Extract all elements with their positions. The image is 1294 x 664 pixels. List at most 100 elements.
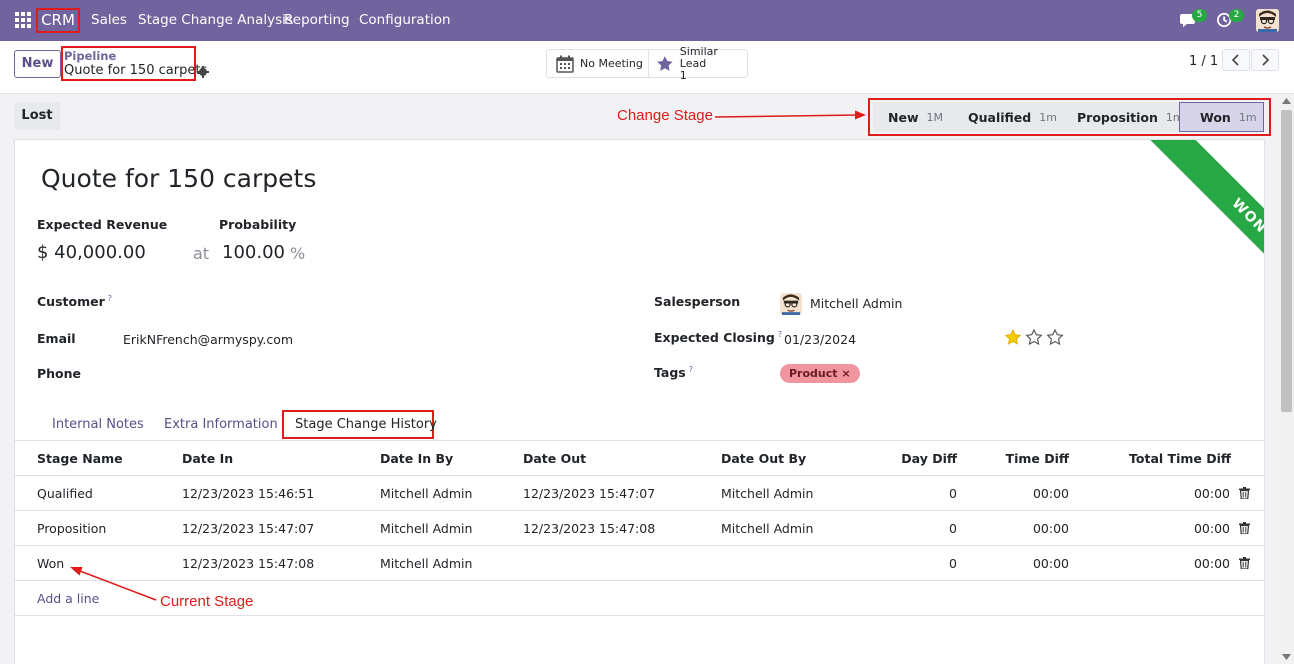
probability-label: Probability (219, 217, 297, 232)
stage-new[interactable]: New 1M (873, 102, 949, 132)
email-field[interactable]: ErikNFrench@armyspy.com (123, 332, 293, 347)
apps-grid-icon[interactable] (15, 12, 31, 28)
cell-date-in-by: Mitchell Admin (380, 556, 473, 571)
stage-new-label: New (888, 109, 919, 125)
trash-icon[interactable] (1239, 557, 1250, 569)
gear-icon[interactable] (197, 66, 209, 78)
cell-stage-name: Qualified (37, 486, 93, 501)
customer-help-icon[interactable]: ? (108, 294, 112, 303)
col-total-time-diff[interactable]: Total Time Diff (1129, 451, 1231, 466)
priority-stars (1004, 329, 1064, 346)
customer-label: Customer? (37, 294, 112, 309)
cell-stage-name: Won (37, 556, 65, 571)
table-row[interactable]: Qualified 12/23/2023 15:46:51 Mitchell A… (15, 476, 1264, 511)
expected-revenue-label: Expected Revenue (37, 217, 168, 232)
menu-stage-change-analysis[interactable]: Stage Change Analysis (138, 12, 293, 28)
new-button[interactable]: New (14, 50, 61, 78)
tag-product-label: Product (789, 367, 838, 380)
change-stage-annotation: Change Stage (617, 107, 713, 124)
cell-date-out-by: Mitchell Admin (721, 486, 814, 501)
cell-time-diff: 00:00 (1032, 486, 1069, 501)
priority-star-1-icon[interactable] (1004, 329, 1022, 346)
priority-star-2-icon[interactable] (1025, 329, 1043, 346)
scroll-down-icon[interactable] (1282, 654, 1291, 660)
cell-date-in: 12/23/2023 15:47:08 (182, 556, 315, 571)
stage-proposition[interactable]: Proposition 1m (1057, 102, 1184, 132)
tag-product[interactable]: Product × (780, 364, 860, 383)
stage-won[interactable]: Won 1m (1179, 102, 1264, 132)
form-sheet: WON Quote for 150 carpets Expected Reven… (14, 139, 1265, 664)
stage-bar: New 1M Qualified 1m Proposition 1m Won 1… (873, 102, 1264, 132)
won-ribbon: WON (1133, 140, 1264, 366)
at-label: at (193, 244, 210, 263)
col-date-out-by[interactable]: Date Out By (721, 451, 806, 466)
pager-next-button[interactable] (1251, 49, 1279, 71)
salesperson-avatar (780, 293, 802, 315)
tags-help-icon[interactable]: ? (689, 365, 693, 374)
tag-remove-icon[interactable]: × (841, 367, 850, 380)
breadcrumb-current: Quote for 150 carpets (64, 63, 208, 78)
tags-label-text: Tags (654, 365, 686, 381)
table-row[interactable]: Won 12/23/2023 15:47:08 Mitchell Admin 0… (15, 546, 1264, 581)
col-time-diff[interactable]: Time Diff (1006, 451, 1069, 466)
percent-sign: % (290, 244, 306, 263)
trash-icon[interactable] (1239, 522, 1250, 534)
phone-label: Phone (37, 366, 82, 381)
salesperson-label: Salesperson (654, 294, 741, 309)
col-date-in[interactable]: Date In (182, 451, 233, 466)
col-date-in-by[interactable]: Date In By (380, 451, 453, 466)
cell-total-time-diff: 00:00 (1193, 556, 1230, 571)
col-stage-name[interactable]: Stage Name (37, 451, 123, 466)
col-day-diff[interactable]: Day Diff (901, 451, 957, 466)
meeting-smart-button[interactable]: No Meeting (547, 50, 648, 77)
smart-buttons: No Meeting Similar Lead 1 (546, 45, 748, 81)
pager-value: 1 / 1 (1189, 54, 1219, 69)
salesperson-field[interactable]: Mitchell Admin (810, 296, 902, 311)
add-line-link[interactable]: Add a line (37, 591, 99, 606)
expected-revenue-field[interactable]: $ 40,000.00 (37, 242, 146, 263)
stage-qualified-duration: 1m (1039, 110, 1057, 124)
cell-stage-name: Proposition (37, 521, 107, 536)
app-brand[interactable]: CRM (36, 8, 80, 33)
stage-qualified[interactable]: Qualified 1m (949, 102, 1057, 132)
calendar-icon (556, 55, 574, 73)
customer-label-text: Customer (37, 294, 105, 310)
menu-configuration[interactable]: Configuration (359, 12, 451, 28)
expected-closing-label-text: Expected Closing (654, 330, 775, 346)
stage-qualified-label: Qualified (968, 109, 1032, 125)
cell-date-in-by: Mitchell Admin (380, 521, 473, 536)
table-row[interactable]: Proposition 12/23/2023 15:47:07 Mitchell… (15, 511, 1264, 546)
breadcrumb-pipeline[interactable]: Pipeline (64, 49, 116, 63)
messages-badge: 5 (1192, 9, 1207, 22)
user-avatar[interactable] (1256, 9, 1279, 32)
menu-sales[interactable]: Sales (91, 12, 127, 28)
expected-closing-field[interactable]: 01/23/2024 (784, 332, 856, 347)
cell-day-diff: 0 (949, 521, 957, 536)
scrollbar-thumb[interactable] (1281, 110, 1292, 412)
cell-time-diff: 00:00 (1032, 521, 1069, 536)
activities-badge: 2 (1229, 9, 1244, 22)
similar-lead-smart-button[interactable]: Similar Lead 1 (648, 45, 747, 81)
current-stage-annotation: Current Stage (160, 593, 254, 610)
lost-button[interactable]: Lost (14, 102, 60, 130)
cell-date-out: 12/23/2023 15:47:07 (523, 486, 656, 501)
tab-stage-change-history[interactable]: Stage Change History (295, 417, 437, 432)
priority-star-3-icon[interactable] (1046, 329, 1064, 346)
cell-date-in: 12/23/2023 15:46:51 (182, 486, 315, 501)
tab-extra-information[interactable]: Extra Information (164, 417, 278, 432)
pager-previous-button[interactable] (1222, 49, 1250, 71)
menu-reporting[interactable]: Reporting (284, 12, 350, 28)
probability-field[interactable]: 100.00 (222, 242, 285, 263)
trash-icon[interactable] (1239, 487, 1250, 499)
stage-history-table: Stage Name Date In Date In By Date Out D… (15, 441, 1264, 616)
lead-title[interactable]: Quote for 150 carpets (41, 164, 316, 193)
cell-total-time-diff: 00:00 (1193, 521, 1230, 536)
meeting-label: No Meeting (580, 56, 643, 70)
closing-help-icon[interactable]: ? (778, 330, 782, 339)
stage-proposition-label: Proposition (1077, 109, 1158, 125)
scroll-up-icon[interactable] (1282, 98, 1291, 104)
tab-internal-notes[interactable]: Internal Notes (52, 417, 144, 432)
change-stage-arrow (714, 110, 866, 120)
col-date-out[interactable]: Date Out (523, 451, 586, 466)
cell-date-in-by: Mitchell Admin (380, 486, 473, 501)
